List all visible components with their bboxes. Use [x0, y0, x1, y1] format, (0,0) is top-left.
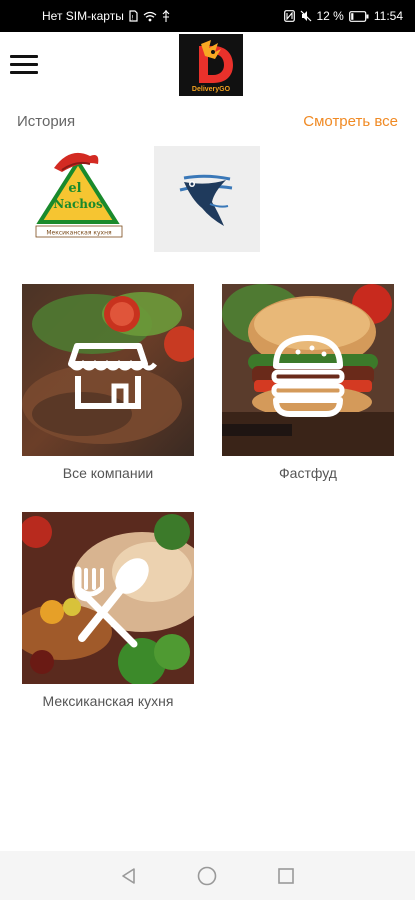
- back-icon[interactable]: [114, 861, 144, 891]
- logo-tagline: Мексиканская кухня: [46, 230, 112, 237]
- category-image: [22, 512, 194, 684]
- history-title: История: [17, 113, 76, 130]
- fish-logo-icon: [154, 146, 260, 252]
- carrier-text: Нет SIM-карты: [42, 9, 124, 23]
- status-bar: Нет SIM-карты ! 12 % 11:54: [0, 0, 415, 32]
- see-all-link[interactable]: Смотреть все: [303, 113, 398, 130]
- menu-line: [10, 70, 38, 74]
- nfc-icon: [283, 10, 295, 22]
- category-label: Мексиканская кухня: [42, 693, 174, 709]
- el-nachos-logo-icon: el Nachos Мексиканская кухня: [35, 152, 123, 238]
- category-label: Фастфуд: [279, 465, 337, 481]
- fork-spoon-icon: [74, 558, 149, 648]
- logo-word-1: el: [68, 181, 81, 196]
- hamburger-menu-icon[interactable]: [8, 48, 40, 80]
- recents-icon[interactable]: [271, 861, 301, 891]
- category-image: [222, 284, 394, 456]
- usb-icon: [162, 10, 170, 22]
- app-screen: Нет SIM-карты ! 12 % 11:54 DeliveryGO Ис…: [0, 0, 415, 900]
- category-fastfood[interactable]: Фастфуд: [222, 284, 394, 481]
- history-item-el-nachos[interactable]: el Nachos Мексиканская кухня: [26, 146, 132, 252]
- category-all-companies[interactable]: Все компании: [22, 284, 194, 481]
- menu-line: [10, 62, 38, 66]
- logo-word-2: Nachos: [53, 197, 103, 211]
- wifi-icon: [143, 11, 157, 22]
- store-icon: [68, 343, 157, 409]
- svg-text:!: !: [131, 15, 133, 22]
- status-right: 12 % 11:54: [283, 9, 403, 23]
- system-nav-bar: [0, 851, 415, 900]
- status-left: Нет SIM-карты !: [42, 9, 170, 23]
- battery-icon: [348, 10, 369, 22]
- logo-text: DeliveryGO: [191, 86, 231, 93]
- home-icon[interactable]: [192, 861, 222, 891]
- history-item-fish-restaurant[interactable]: [154, 146, 260, 252]
- battery-text: 12 %: [316, 9, 344, 23]
- burger-icon: [271, 335, 345, 417]
- menu-line: [10, 54, 38, 58]
- category-mexican[interactable]: Мексиканская кухня: [22, 512, 194, 709]
- category-label: Все компании: [62, 465, 154, 481]
- category-image: [22, 284, 194, 456]
- clock-text: 11:54: [373, 9, 403, 23]
- mute-icon: [300, 10, 312, 22]
- history-list: el Nachos Мексиканская кухня: [26, 146, 260, 252]
- sim-icon: !: [129, 10, 138, 22]
- app-logo: DeliveryGO: [179, 34, 243, 96]
